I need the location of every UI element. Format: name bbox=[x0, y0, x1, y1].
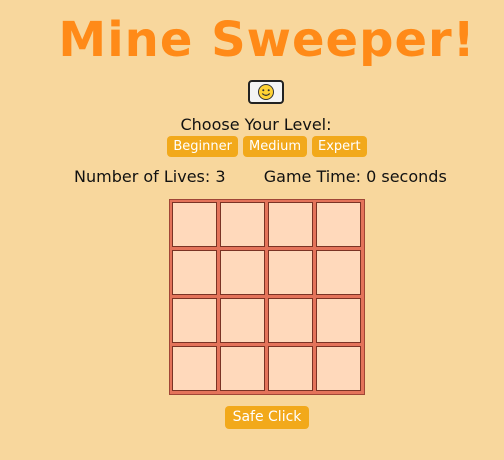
board-cell[interactable] bbox=[316, 250, 361, 295]
board-cell[interactable] bbox=[268, 298, 313, 343]
board-cell[interactable] bbox=[220, 250, 265, 295]
time-unit: seconds bbox=[381, 167, 447, 186]
smiley-face-icon bbox=[258, 84, 274, 100]
board-cell[interactable] bbox=[220, 202, 265, 247]
board-cell[interactable] bbox=[172, 250, 217, 295]
lives-value: 3 bbox=[215, 167, 226, 186]
expert-button[interactable]: Expert bbox=[311, 136, 367, 157]
board-cell[interactable] bbox=[316, 298, 361, 343]
board-cell[interactable] bbox=[316, 202, 361, 247]
board-cell[interactable] bbox=[220, 298, 265, 343]
game-board bbox=[169, 199, 365, 395]
board-cell[interactable] bbox=[172, 346, 217, 391]
game-stats: Number of Lives: 3 Game Time: 0 seconds bbox=[74, 167, 447, 186]
level-label: Choose Your Level: bbox=[180, 115, 332, 134]
restart-button[interactable] bbox=[248, 80, 284, 104]
safe-click-button[interactable]: Safe Click bbox=[225, 406, 309, 429]
board-cell[interactable] bbox=[316, 346, 361, 391]
beginner-button[interactable]: Beginner bbox=[167, 136, 238, 157]
board-cell[interactable] bbox=[220, 346, 265, 391]
time-label: Game Time: bbox=[263, 167, 361, 186]
lives-label: Number of Lives: bbox=[74, 167, 211, 186]
board-cell[interactable] bbox=[268, 202, 313, 247]
board-cell[interactable] bbox=[268, 346, 313, 391]
board-cell[interactable] bbox=[268, 250, 313, 295]
time-value: 0 bbox=[366, 167, 377, 186]
game-title: Mine Sweeper! bbox=[58, 12, 476, 68]
board-cell[interactable] bbox=[172, 298, 217, 343]
level-selector: Beginner Medium Expert bbox=[0, 136, 504, 157]
medium-button[interactable]: Medium bbox=[243, 136, 307, 157]
board-cell[interactable] bbox=[172, 202, 217, 247]
